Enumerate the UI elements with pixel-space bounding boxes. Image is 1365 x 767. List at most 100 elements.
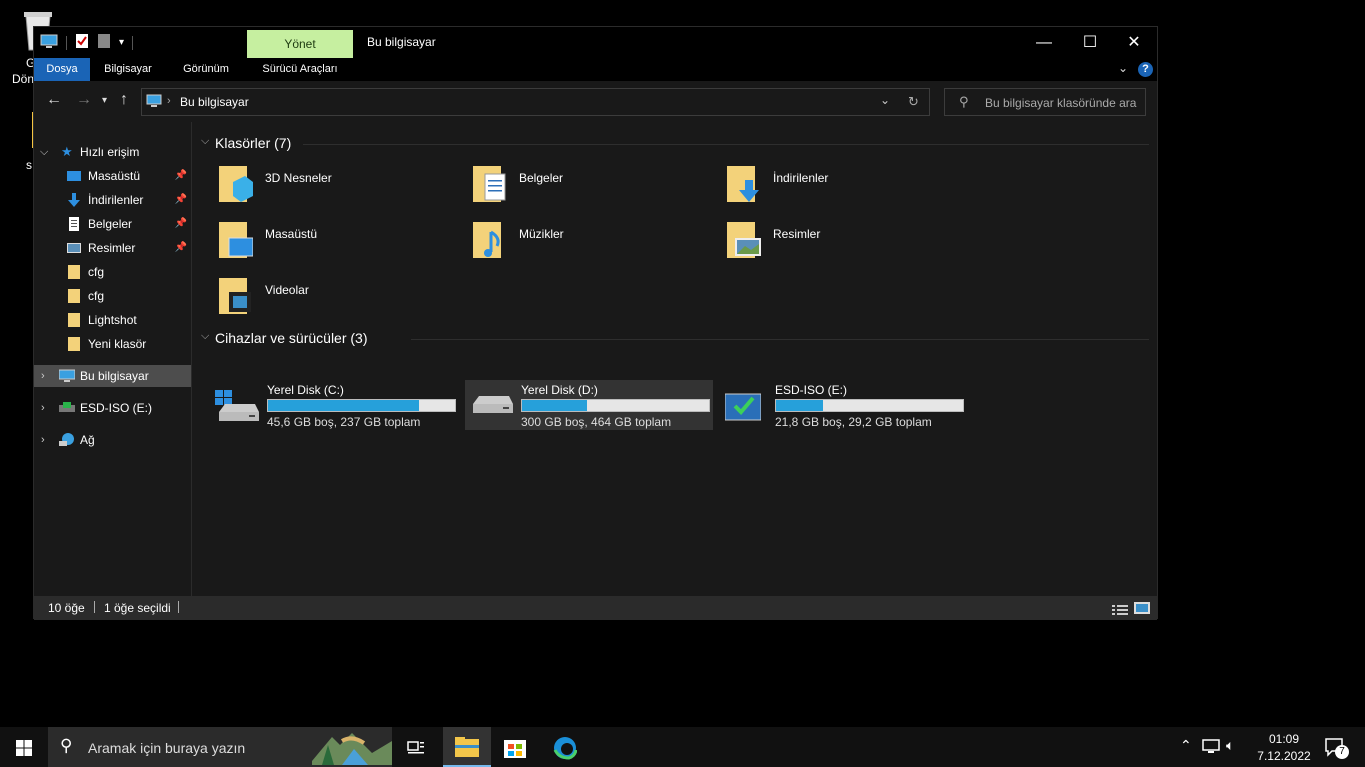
large-icons-view-icon[interactable] <box>1134 600 1150 614</box>
content-pane: ⌵ Klasörler (7) 3D Nesneler Belgeler İnd… <box>193 122 1157 596</box>
videos-icon <box>219 278 251 314</box>
sidebar-item-new-folder[interactable]: Yeni klasör <box>34 333 191 355</box>
breadcrumb-separator-icon: › <box>167 95 171 107</box>
details-view-icon[interactable] <box>1112 601 1128 615</box>
this-pc-icon <box>59 369 75 382</box>
sidebar-item-cfg[interactable]: cfg <box>34 285 191 307</box>
pin-icon[interactable]: 📌 <box>175 237 187 259</box>
sidebar-item-network[interactable]: › Ağ <box>34 429 191 451</box>
folder-label: Masaüstü <box>265 227 318 241</box>
sidebar-item-quick-access[interactable]: ⌵ ★ Hızlı erişim <box>34 141 191 163</box>
folders-group-header[interactable]: Klasörler (7) <box>215 135 291 151</box>
search-input[interactable]: ⚲ Bu bilgisayar klasöründe ara <box>944 88 1146 116</box>
address-bar[interactable]: › Bu bilgisayar ⌄ ↻ <box>141 88 930 116</box>
up-icon[interactable]: ↑ <box>120 91 128 109</box>
sidebar-item-pictures[interactable]: Resimler 📌 <box>34 237 191 259</box>
pin-icon[interactable]: 📌 <box>175 213 187 235</box>
notification-center-icon[interactable]: 7 <box>1324 737 1349 760</box>
sidebar-item-documents[interactable]: Belgeler 📌 <box>34 213 191 235</box>
folder-3d-objects[interactable]: 3D Nesneler <box>219 162 469 214</box>
sidebar-item-cfg[interactable]: cfg <box>34 261 191 283</box>
tab-file[interactable]: Dosya <box>34 58 90 81</box>
minimize-button[interactable]: — <box>1021 27 1067 58</box>
tab-computer[interactable]: Bilgisayar <box>94 58 162 81</box>
sidebar-item-this-pc[interactable]: › Bu bilgisayar <box>34 365 191 387</box>
navigation-pane: ⌵ ★ Hızlı erişim Masaüstü 📌 İndirilenler… <box>34 122 192 596</box>
clock-date[interactable]: 7.12.2022 <box>1254 749 1314 763</box>
group-collapse-icon[interactable]: ⌵ <box>201 330 209 343</box>
folder-label: 3D Nesneler <box>265 171 332 185</box>
folder-videos[interactable]: Videolar <box>219 274 469 326</box>
taskbar: ⚲ Aramak için buraya yazın ⌃ 🔈︎ 01:09 7.… <box>0 727 1365 767</box>
sidebar-item-esd-iso[interactable]: › ESD-ISO (E:) <box>34 397 191 419</box>
drive-usage-bar <box>775 399 964 412</box>
separator <box>178 601 179 613</box>
maximize-button[interactable]: ☐ <box>1067 27 1113 58</box>
edge-taskbar-button[interactable] <box>541 727 589 767</box>
chevron-right-icon[interactable]: › <box>41 365 45 387</box>
drive-usage-fill <box>268 400 420 411</box>
sidebar-item-downloads[interactable]: İndirilenler 📌 <box>34 189 191 211</box>
show-hidden-icons-icon[interactable]: ⌃ <box>1180 737 1192 754</box>
task-view-icon <box>407 741 424 754</box>
breadcrumb[interactable]: Bu bilgisayar <box>180 95 249 109</box>
properties-icon[interactable] <box>75 33 89 52</box>
separator <box>66 35 67 50</box>
sidebar-item-label: Masaüstü <box>88 169 141 183</box>
network-tray-icon[interactable] <box>1202 739 1220 758</box>
folder-downloads[interactable]: İndirilenler <box>727 162 977 214</box>
drive-usage-bar <box>267 399 456 412</box>
taskbar-search-input[interactable]: ⚲ Aramak için buraya yazın <box>48 727 392 767</box>
address-dropdown-icon[interactable]: ⌄ <box>880 93 890 107</box>
pin-icon[interactable]: 📌 <box>175 165 187 187</box>
drive-d[interactable]: Yerel Disk (D:) 300 GB boş, 464 GB topla… <box>465 380 713 430</box>
usb-drive-icon <box>725 393 761 421</box>
drives-group-header[interactable]: Cihazlar ve sürücüler (3) <box>215 330 368 346</box>
tab-drive-tools[interactable]: Sürücü Araçları <box>254 58 346 81</box>
this-pc-icon[interactable] <box>40 33 58 52</box>
file-explorer-taskbar-button[interactable] <box>443 727 491 767</box>
task-view-button[interactable] <box>392 727 440 767</box>
sidebar-item-label: Yeni klasör <box>88 337 147 351</box>
recent-locations-icon[interactable]: ▾ <box>102 95 107 106</box>
sidebar-item-label: Hızlı erişim <box>80 145 140 159</box>
forward-icon[interactable]: → <box>76 91 92 109</box>
ribbon-tabs: Dosya Bilgisayar Görünüm Sürücü Araçları… <box>34 58 1157 81</box>
clock-time[interactable]: 01:09 <box>1264 732 1304 746</box>
sidebar-item-label: Ağ <box>80 433 95 447</box>
drive-c[interactable]: Yerel Disk (C:) 45,6 GB boş, 237 GB topl… <box>211 380 459 430</box>
help-icon[interactable]: ? <box>1138 62 1153 77</box>
folder-music[interactable]: Müzikler <box>473 218 723 270</box>
sidebar-item-desktop[interactable]: Masaüstü 📌 <box>34 165 191 187</box>
new-folder-icon[interactable] <box>97 33 111 52</box>
close-button[interactable]: ✕ <box>1111 27 1157 58</box>
chevron-down-icon[interactable]: ⌵ <box>40 141 48 163</box>
this-pc-icon <box>146 94 162 111</box>
folder-desktop[interactable]: Masaüstü <box>219 218 469 270</box>
pin-icon[interactable]: 📌 <box>175 189 187 211</box>
manage-tab[interactable]: Yönet <box>247 30 353 58</box>
start-button[interactable] <box>0 727 48 767</box>
expand-ribbon-icon[interactable]: ⌄ <box>1118 61 1128 75</box>
back-icon[interactable]: ← <box>46 91 62 109</box>
customize-toolbar-icon[interactable]: ▾ <box>119 37 124 48</box>
drive-e[interactable]: ESD-ISO (E:) 21,8 GB boş, 29,2 GB toplam <box>719 380 967 430</box>
search-icon: ⚲ <box>959 94 969 109</box>
chevron-right-icon[interactable]: › <box>41 429 45 451</box>
sidebar-item-lightshot[interactable]: Lightshot <box>34 309 191 331</box>
drive-label: ESD-ISO (E:) <box>775 383 848 397</box>
volume-icon[interactable]: 🔈︎ <box>1226 737 1234 754</box>
group-collapse-icon[interactable]: ⌵ <box>201 135 209 148</box>
drive-usage-bar <box>521 399 710 412</box>
drive-info: 45,6 GB boş, 237 GB toplam <box>267 415 421 429</box>
chevron-right-icon[interactable]: › <box>41 397 45 419</box>
tab-view[interactable]: Görünüm <box>172 58 240 81</box>
desktop-icon-label: s <box>26 158 32 172</box>
documents-icon <box>473 166 506 202</box>
windows-logo-icon <box>16 740 32 756</box>
refresh-icon[interactable]: ↻ <box>908 94 919 110</box>
folder-documents[interactable]: Belgeler <box>473 162 723 214</box>
folder-pictures[interactable]: Resimler <box>727 218 977 270</box>
store-taskbar-button[interactable] <box>491 727 539 767</box>
separator <box>132 35 134 50</box>
